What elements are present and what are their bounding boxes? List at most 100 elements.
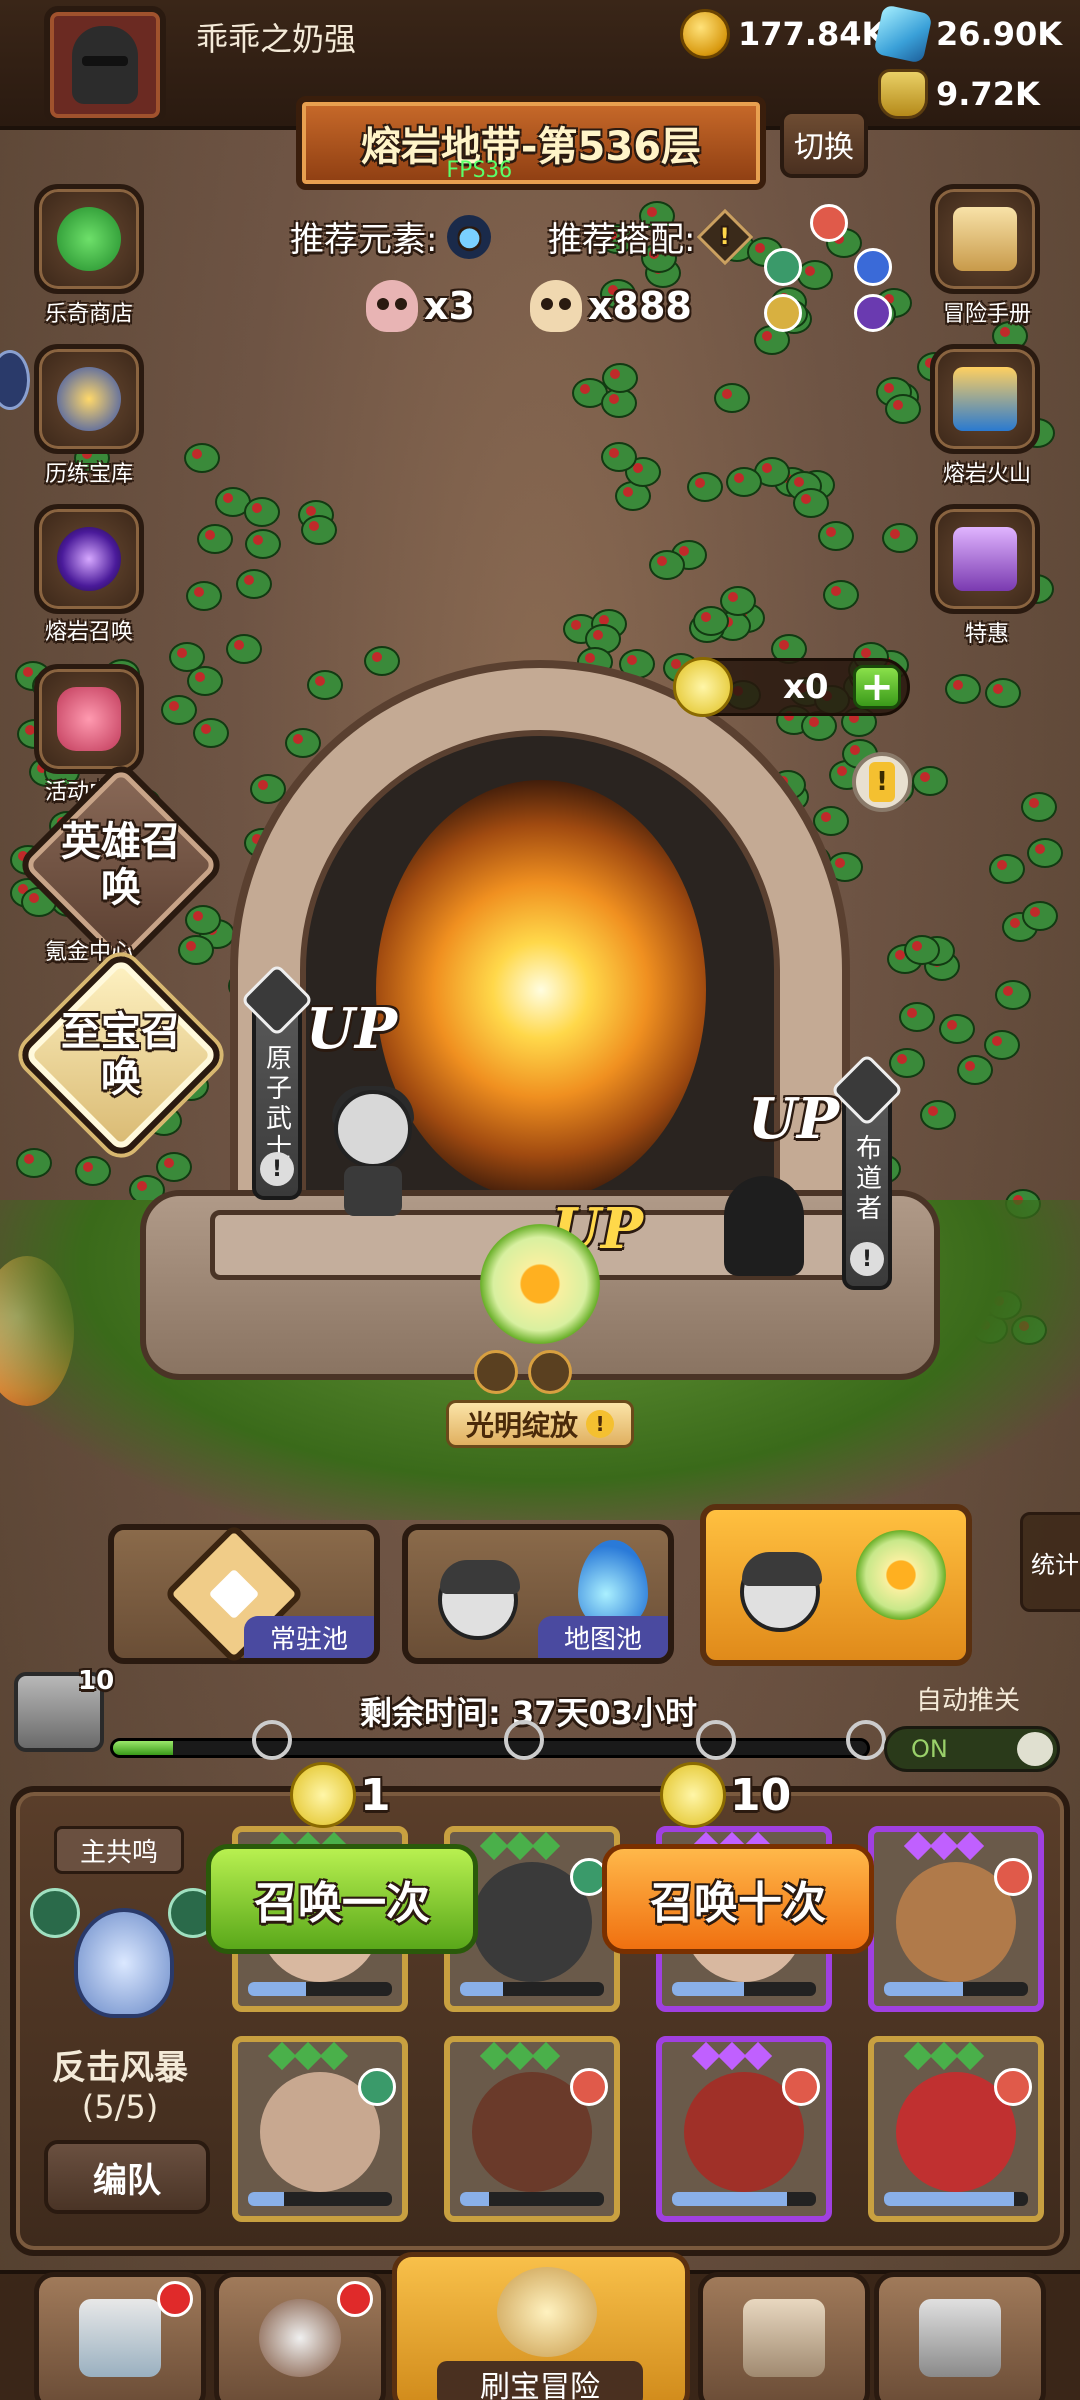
- nav-heroes[interactable]: [214, 2272, 386, 2400]
- vault-button[interactable]: [34, 344, 144, 454]
- tab-map-pool[interactable]: 地图池: [402, 1524, 674, 1664]
- wind-element-icon: [764, 248, 802, 286]
- volcano-button[interactable]: [930, 344, 1040, 454]
- summon-portal: [376, 780, 706, 1200]
- volcano-label: 熔岩火山: [942, 462, 1031, 487]
- green-bug-enemy-icon: [725, 466, 762, 497]
- hero-card[interactable]: [656, 2036, 832, 2222]
- nav-backpack[interactable]: [698, 2272, 870, 2400]
- featured-hero-tag-left[interactable]: 原子武士!: [240, 963, 314, 1200]
- bloom-flower-icon[interactable]: [480, 1224, 600, 1344]
- team-edit-button[interactable]: 编队: [44, 2140, 210, 2214]
- green-bug-enemy-icon: [185, 580, 222, 611]
- warning-bubble[interactable]: !: [852, 752, 912, 812]
- green-bug-enemy-icon: [911, 765, 948, 796]
- summon-progress-bar: [110, 1738, 870, 1758]
- green-bug-enemy-icon: [16, 1147, 53, 1178]
- hero-card[interactable]: [444, 2036, 620, 2222]
- tab-normal-pool[interactable]: 常驻池: [108, 1523, 380, 1665]
- green-bug-enemy-icon: [920, 1099, 957, 1130]
- fire-element-icon: [570, 2068, 608, 2106]
- toggle-knob: [1017, 1732, 1053, 1766]
- bloom-flower-icon: [856, 1530, 946, 1620]
- featured-hero-tag-right[interactable]: 布道者!: [830, 1053, 904, 1290]
- green-bug-enemy-icon: [985, 678, 1022, 709]
- gold-resource[interactable]: 177.84K: [680, 9, 886, 59]
- side-badge-icon[interactable]: [0, 350, 30, 410]
- light-bloom-tag[interactable]: 光明绽放!: [446, 1400, 634, 1448]
- green-bug-enemy-icon: [817, 520, 854, 551]
- key-icon: [252, 1720, 292, 1760]
- nav-adventure[interactable]: 刷宝冒险: [392, 2252, 690, 2400]
- light-element-icon: [764, 294, 802, 332]
- hero-card[interactable]: [868, 2036, 1044, 2222]
- summon-once-button[interactable]: 召唤一次: [206, 1844, 478, 1954]
- vortex-icon: [57, 527, 121, 591]
- resonance-emblem-icon[interactable]: [30, 1888, 218, 2038]
- summon-ten-button[interactable]: 召唤十次: [602, 1844, 874, 1954]
- nav-forge[interactable]: [874, 2272, 1046, 2400]
- offer-button[interactable]: [930, 504, 1040, 614]
- player-name: 乖乖之奶强: [196, 20, 357, 58]
- green-bug-enemy-icon: [989, 853, 1026, 884]
- resonance-count: (5/5): [81, 2088, 159, 2126]
- stage-title: 熔岩地带-第536层: [360, 124, 702, 170]
- green-bug-enemy-icon: [813, 806, 850, 837]
- shop-button[interactable]: [34, 184, 144, 294]
- green-bug-enemy-icon: [184, 904, 221, 935]
- chest-count: 10: [78, 1666, 115, 1696]
- vault-label: 历练宝库: [44, 462, 133, 487]
- green-bug-enemy-icon: [243, 496, 280, 527]
- scroll-icon: [953, 207, 1017, 271]
- green-bug-enemy-icon: [161, 695, 198, 726]
- element-wheel[interactable]: [764, 204, 894, 334]
- hero-card[interactable]: [232, 2036, 408, 2222]
- summon-one-cost: 1: [290, 1762, 391, 1828]
- shop-label: 乐奇商店: [44, 302, 133, 327]
- green-bug-enemy-icon: [74, 1156, 111, 1187]
- fire-element-icon: [994, 1858, 1032, 1896]
- green-bug-enemy-icon: [363, 645, 400, 676]
- fire-element-icon: [994, 2068, 1032, 2106]
- green-bug-enemy-icon: [155, 1151, 192, 1182]
- bouquet-icon: [57, 687, 121, 751]
- rate-up-label: UP: [748, 1086, 839, 1152]
- handbook-button[interactable]: [930, 184, 1040, 294]
- green-bug-enemy-icon: [1020, 791, 1057, 822]
- lava-summon-label: 熔岩召唤: [44, 620, 133, 645]
- green-bug-enemy-icon: [245, 529, 282, 560]
- add-ticket-button[interactable]: +: [853, 665, 901, 709]
- auto-advance-toggle[interactable]: ON: [884, 1726, 1060, 1772]
- event-button[interactable]: [34, 664, 144, 774]
- recommended-match[interactable]: 推荐搭配:!: [548, 208, 754, 265]
- notification-dot: [157, 2281, 193, 2317]
- wind-element-icon: [528, 1350, 572, 1394]
- gem-resource[interactable]: 26.90K: [873, 4, 1062, 64]
- green-bug-enemy-icon: [792, 488, 829, 519]
- green-bug-enemy-icon: [939, 1013, 976, 1044]
- hero-portrait-icon: [438, 1560, 520, 1640]
- chest-icon: [953, 367, 1017, 431]
- potion-resource[interactable]: 9.72K: [878, 69, 1040, 119]
- player-avatar[interactable]: [44, 6, 166, 124]
- lava-summon-button[interactable]: [34, 504, 144, 614]
- treasure-summon-button[interactable]: 至宝召唤: [14, 948, 228, 1162]
- summon-ticket-icon: [660, 1762, 726, 1828]
- tab-limited-pool[interactable]: [700, 1504, 972, 1666]
- green-bug-enemy-icon: [196, 523, 233, 554]
- green-bug-enemy-icon: [686, 472, 723, 503]
- green-bug-enemy-icon: [1021, 900, 1058, 931]
- hero-card[interactable]: [868, 1826, 1044, 2012]
- gem-icon: [873, 4, 933, 64]
- green-bug-enemy-icon: [899, 1002, 936, 1033]
- key-icon: [504, 1720, 544, 1760]
- nav-shop[interactable]: [34, 2272, 206, 2400]
- green-bug-enemy-icon: [184, 443, 221, 474]
- green-bug-enemy-icon: [236, 569, 273, 600]
- stats-button[interactable]: 统计: [1020, 1512, 1080, 1612]
- green-bug-enemy-icon: [904, 935, 941, 966]
- green-bug-enemy-icon: [649, 549, 686, 580]
- gift-chest-icon: [953, 527, 1017, 591]
- switch-stage-button[interactable]: 切换: [780, 110, 868, 178]
- pink-skull-icon: [366, 280, 418, 332]
